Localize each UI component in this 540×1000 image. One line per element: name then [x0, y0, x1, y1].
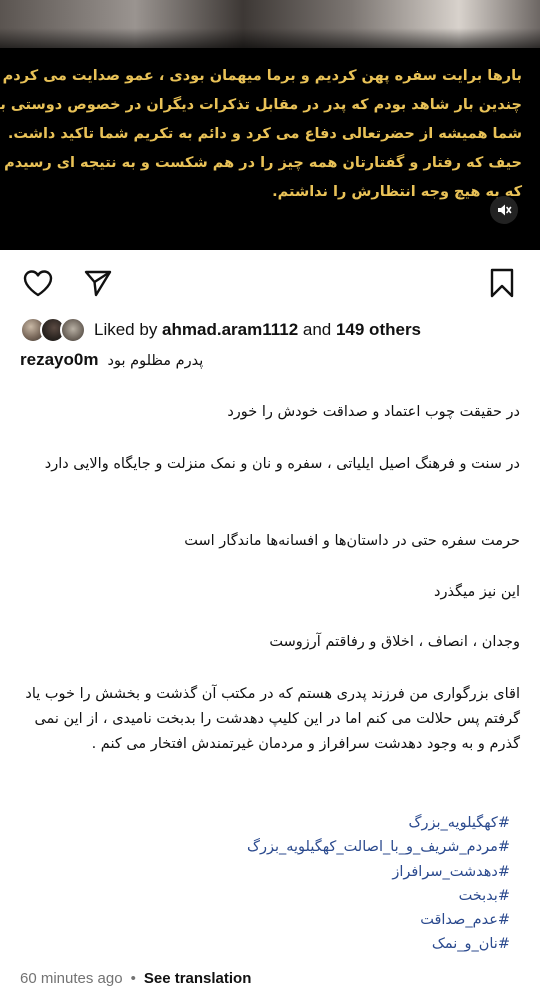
mute-button[interactable]	[490, 196, 518, 224]
heart-icon	[23, 270, 53, 297]
caption-header: rezayo0m پدرم مظلوم بود	[20, 350, 520, 374]
avatar	[60, 317, 86, 343]
caption-paragraph: در سنت و فرهنگ اصیل ایلیاتی ، سفره و نان…	[44, 456, 520, 472]
caption-paragraph: وجدان ، انصاف ، اخلاق و رفاقتم آرزوست	[269, 634, 520, 650]
hashtag-link[interactable]: #بدبخت	[459, 884, 510, 908]
subtitle-line: بارها برایت سفره پهن کردیم و برما میهمان…	[2, 68, 522, 84]
subtitle-line: حیف که رفتار و گفتارتان همه چیز را در هم…	[4, 155, 522, 171]
caption-first-line: پدرم مظلوم بود	[107, 353, 204, 369]
share-button[interactable]	[78, 263, 118, 303]
caption-paragraph: این نیز میگذرد	[434, 584, 520, 600]
likes-row[interactable]: Liked by ahmad.aram1112 and 149 others	[20, 316, 421, 344]
post-footer: 60 minutes ago • See translation	[20, 970, 251, 987]
liker-avatars	[20, 316, 92, 344]
subtitle-line: شما همیشه از حضرتعالی دفاع می کرد و دائم…	[7, 126, 522, 142]
video-frame	[0, 0, 540, 48]
hashtag-link[interactable]: #کهگیلویه_بزرگ	[409, 811, 511, 835]
action-bar	[0, 263, 540, 303]
hashtag-link[interactable]: #عدم_صداقت	[420, 908, 510, 932]
likes-and: and	[298, 320, 336, 339]
caption-paragraph: حرمت سفره حتی در داستان‌ها و افسانه‌ها م…	[184, 533, 520, 549]
caption-paragraph: در حقیقت چوب اعتماد و صداقت خودش را خورد	[227, 404, 520, 420]
likes-others-count[interactable]: 149 others	[336, 320, 421, 339]
caption-paragraph: اقای بزرگواری من فرزند پدری هستم که در م…	[25, 686, 520, 752]
save-button[interactable]	[482, 263, 522, 303]
hashtag-link[interactable]: #نان_و_نمک	[432, 932, 510, 956]
post-video[interactable]: بارها برایت سفره پهن کردیم و برما میهمان…	[0, 0, 540, 250]
video-subtitles: بارها برایت سفره پهن کردیم و برما میهمان…	[0, 62, 522, 207]
subtitle-line: چندین بار شاهد بودم که پدر در مقابل تذکر…	[0, 97, 522, 113]
footer-separator: •	[130, 970, 136, 987]
bookmark-icon	[490, 268, 514, 298]
see-translation-link[interactable]: See translation	[144, 970, 252, 987]
likes-prefix: Liked by	[94, 320, 163, 339]
subtitle-line: که به هیچ وجه انتظارش را نداشتم.	[272, 184, 522, 200]
hashtag-link[interactable]: #دهدشت_سرافراز	[392, 860, 510, 884]
like-button[interactable]	[18, 263, 58, 303]
caption-username[interactable]: rezayo0m	[20, 350, 98, 369]
speaker-muted-icon	[498, 204, 512, 216]
hashtag-link[interactable]: #مردم_شریف_و_با_اصالت_کهگیلویه_بزرگ	[247, 835, 510, 859]
liker-username[interactable]: ahmad.aram1112	[162, 320, 298, 339]
post-timestamp: 60 minutes ago	[20, 970, 123, 987]
likes-summary: Liked by ahmad.aram1112 and 149 others	[94, 320, 421, 340]
send-icon	[84, 270, 112, 297]
